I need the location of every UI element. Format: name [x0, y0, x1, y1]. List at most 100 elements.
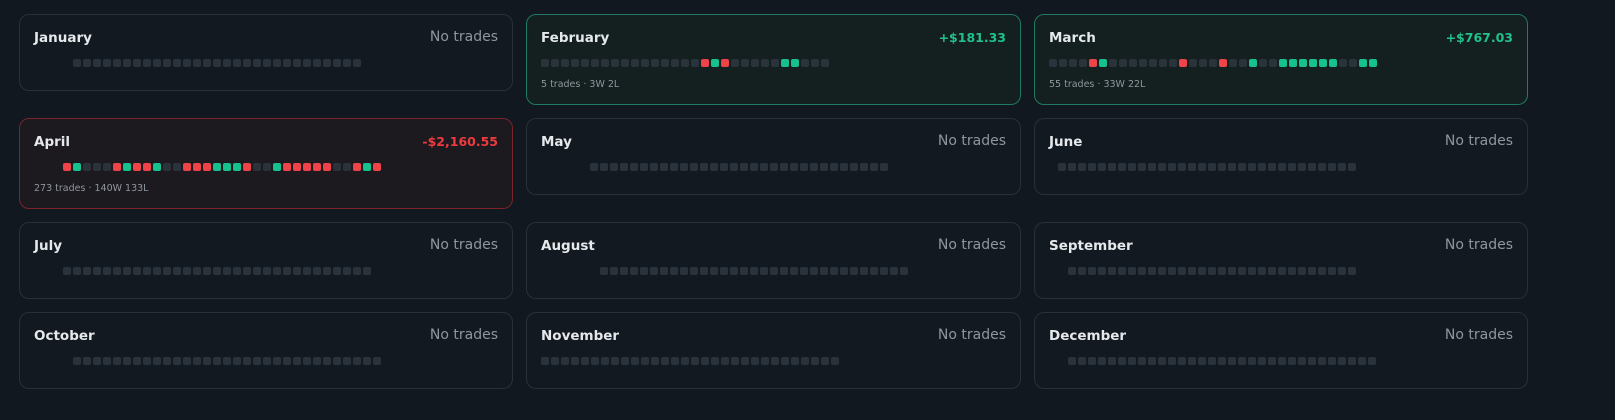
- day-empty-cell: [243, 267, 251, 275]
- month-card-october[interactable]: October No trades: [19, 312, 513, 389]
- day-empty-cell: [1108, 357, 1116, 365]
- day-empty-cell: [1238, 163, 1246, 171]
- day-empty-cell: [363, 267, 371, 275]
- day-empty-cell: [1098, 163, 1106, 171]
- day-empty-cell: [253, 267, 261, 275]
- day-empty-cell: [631, 357, 639, 365]
- day-empty-cell: [273, 59, 281, 67]
- day-empty-cell: [741, 59, 749, 67]
- day-empty-cell: [133, 59, 141, 67]
- day-empty-cell: [1098, 267, 1106, 275]
- day-empty-cell: [1198, 357, 1206, 365]
- daily-result-strip: [1058, 163, 1356, 171]
- day-empty-cell: [283, 267, 291, 275]
- day-empty-cell: [163, 163, 171, 171]
- day-empty-cell: [333, 267, 341, 275]
- day-empty-cell: [1128, 267, 1136, 275]
- daily-result-strip: [63, 267, 371, 275]
- day-empty-cell: [581, 59, 589, 67]
- day-empty-cell: [870, 163, 878, 171]
- month-card-november[interactable]: November No trades: [526, 312, 1021, 389]
- day-empty-cell: [293, 357, 301, 365]
- day-loss-cell: [373, 163, 381, 171]
- month-card-august[interactable]: August No trades: [526, 222, 1021, 299]
- day-empty-cell: [840, 267, 848, 275]
- month-card-july[interactable]: July No trades: [19, 222, 513, 299]
- day-win-cell: [1369, 59, 1377, 67]
- day-empty-cell: [343, 59, 351, 67]
- day-empty-cell: [73, 267, 81, 275]
- day-empty-cell: [153, 267, 161, 275]
- month-card-march[interactable]: March +$767.03 55 trades · 33W 22L: [1034, 14, 1528, 105]
- day-empty-cell: [800, 267, 808, 275]
- month-card-may[interactable]: May No trades: [526, 118, 1021, 195]
- day-empty-cell: [1348, 163, 1356, 171]
- day-empty-cell: [133, 357, 141, 365]
- daily-result-strip: [1068, 357, 1376, 365]
- day-empty-cell: [133, 267, 141, 275]
- day-empty-cell: [1178, 267, 1186, 275]
- month-name: October: [34, 328, 95, 344]
- month-card-december[interactable]: December No trades: [1034, 312, 1528, 389]
- day-empty-cell: [641, 357, 649, 365]
- day-empty-cell: [1178, 357, 1186, 365]
- day-empty-cell: [1248, 163, 1256, 171]
- day-empty-cell: [1059, 59, 1067, 67]
- daily-result-strip: [590, 163, 888, 171]
- day-empty-cell: [1108, 163, 1116, 171]
- month-card-june[interactable]: June No trades: [1034, 118, 1528, 195]
- day-empty-cell: [780, 267, 788, 275]
- day-empty-cell: [233, 59, 241, 67]
- month-card-september[interactable]: September No trades: [1034, 222, 1528, 299]
- day-empty-cell: [651, 357, 659, 365]
- day-empty-cell: [173, 59, 181, 67]
- day-empty-cell: [801, 59, 809, 67]
- day-empty-cell: [363, 357, 371, 365]
- month-card-february[interactable]: February +$181.33 5 trades · 3W 2L: [526, 14, 1021, 105]
- month-pnl: No trades: [1444, 237, 1513, 253]
- day-empty-cell: [1368, 357, 1376, 365]
- day-empty-cell: [750, 163, 758, 171]
- month-pnl: No trades: [429, 29, 498, 45]
- day-empty-cell: [1118, 163, 1126, 171]
- day-empty-cell: [1159, 59, 1167, 67]
- day-empty-cell: [1198, 163, 1206, 171]
- day-empty-cell: [770, 267, 778, 275]
- day-empty-cell: [700, 163, 708, 171]
- day-empty-cell: [263, 357, 271, 365]
- day-empty-cell: [611, 59, 619, 67]
- day-empty-cell: [243, 357, 251, 365]
- day-loss-cell: [1089, 59, 1097, 67]
- day-empty-cell: [293, 59, 301, 67]
- month-card-january[interactable]: January No trades: [19, 14, 513, 91]
- day-empty-cell: [183, 357, 191, 365]
- month-name: August: [541, 238, 595, 254]
- day-empty-cell: [1079, 59, 1087, 67]
- day-empty-cell: [541, 59, 549, 67]
- day-empty-cell: [820, 267, 828, 275]
- day-empty-cell: [1229, 59, 1237, 67]
- day-empty-cell: [73, 357, 81, 365]
- day-empty-cell: [113, 267, 121, 275]
- day-empty-cell: [1339, 59, 1347, 67]
- day-empty-cell: [1208, 163, 1216, 171]
- day-empty-cell: [840, 163, 848, 171]
- daily-result-strip: [541, 357, 839, 365]
- day-empty-cell: [1088, 163, 1096, 171]
- day-empty-cell: [1068, 267, 1076, 275]
- day-empty-cell: [590, 163, 598, 171]
- day-empty-cell: [1158, 357, 1166, 365]
- daily-result-strip: [1068, 267, 1356, 275]
- month-card-april[interactable]: April -$2,160.55 273 trades · 140W 133L: [19, 118, 513, 209]
- day-empty-cell: [1278, 357, 1286, 365]
- monthly-calendar-grid: January No trades February +$181.33 5 tr…: [0, 0, 1615, 420]
- day-empty-cell: [253, 59, 261, 67]
- day-empty-cell: [1088, 357, 1096, 365]
- daily-result-strip: [73, 357, 381, 365]
- day-empty-cell: [283, 59, 291, 67]
- day-empty-cell: [800, 163, 808, 171]
- day-empty-cell: [233, 267, 241, 275]
- day-empty-cell: [1168, 357, 1176, 365]
- day-empty-cell: [1208, 357, 1216, 365]
- month-pnl: No trades: [937, 327, 1006, 343]
